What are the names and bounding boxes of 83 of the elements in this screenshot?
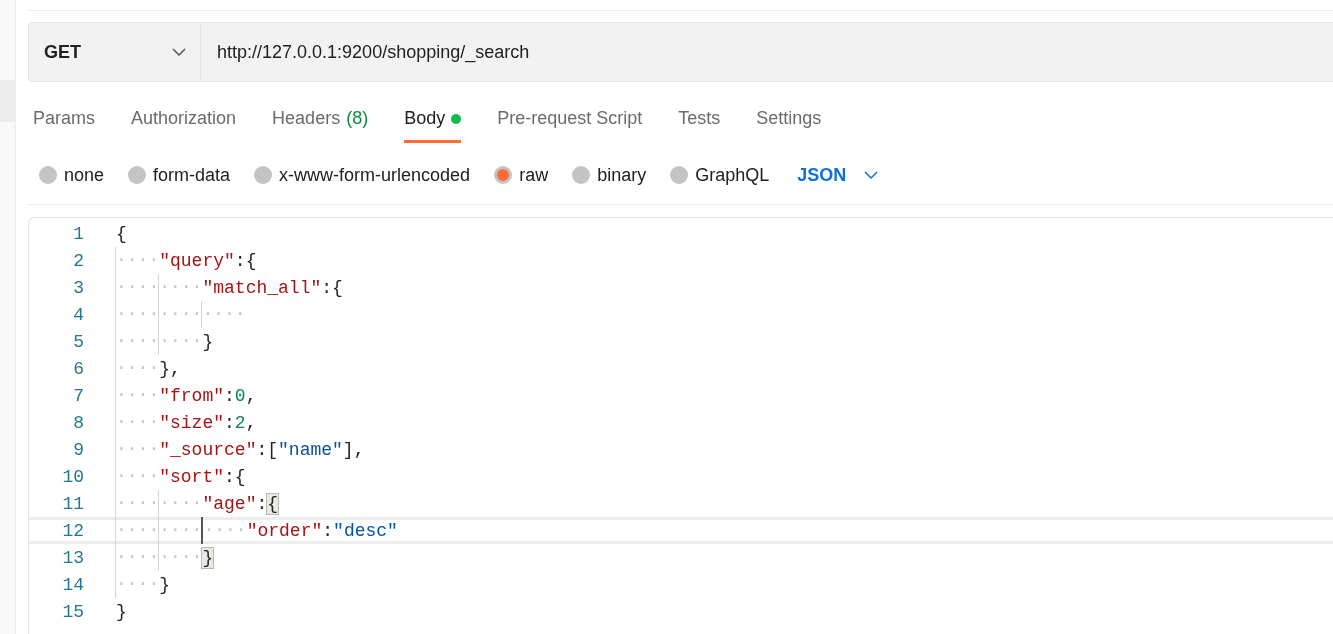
indent-whitespace: ········ — [116, 274, 203, 301]
line-number: 13 — [61, 547, 84, 568]
code-token: } — [202, 547, 214, 568]
body-type-option[interactable]: form-data — [128, 164, 231, 186]
code-token: 0 — [234, 385, 246, 406]
tab[interactable]: Tests — [678, 104, 721, 143]
indent-whitespace: ···· — [116, 382, 160, 409]
code-token: "sort" — [159, 466, 225, 487]
indent-whitespace: ········ — [116, 490, 203, 517]
line-number: 3 — [72, 277, 84, 298]
code-token: "size" — [159, 412, 225, 433]
body-type-option[interactable]: none — [39, 164, 105, 186]
indent-whitespace: ···· — [116, 436, 160, 463]
body-type-option[interactable]: x-www-form-urlencoded — [254, 164, 471, 186]
code-token: { — [116, 223, 127, 244]
line-number: 15 — [61, 601, 84, 622]
line-number: 5 — [72, 331, 84, 352]
code-token: :[ — [256, 439, 279, 460]
code-token: "order" — [246, 520, 323, 541]
code-token: : — [224, 412, 235, 433]
code-token: } — [202, 331, 214, 352]
line-number: 11 — [61, 493, 84, 514]
indent-whitespace: ············ — [116, 517, 247, 544]
method-dropdown[interactable]: GET — [29, 23, 201, 81]
caret-icon — [864, 171, 879, 179]
tab[interactable]: Settings — [756, 104, 822, 143]
code-token: 2 — [234, 412, 246, 433]
indent-whitespace: ········ — [116, 328, 203, 355]
tab[interactable]: Headers (8) — [272, 104, 369, 143]
code-token: "query" — [159, 250, 235, 271]
indent-whitespace: ···· — [116, 355, 160, 382]
code-token: "from" — [159, 385, 225, 406]
radio-button[interactable] — [494, 166, 513, 184]
line-number: 12 — [61, 520, 84, 541]
body-type-option[interactable]: binary — [572, 164, 647, 186]
indent-whitespace: ············ — [116, 301, 246, 328]
count-label: (8) — [346, 108, 369, 129]
code-token: , — [245, 385, 257, 406]
radio-button[interactable] — [572, 166, 591, 184]
code-editor[interactable] — [28, 217, 1333, 634]
radio-button[interactable] — [254, 166, 273, 184]
code-token: "desc" — [333, 520, 398, 541]
tab[interactable]: Body — [404, 104, 462, 143]
code-token: "name" — [278, 439, 343, 460]
line-number: 4 — [72, 304, 84, 325]
code-token: :{ — [321, 277, 343, 298]
caret-icon — [172, 48, 186, 56]
line-number: 2 — [72, 250, 84, 271]
radio-button[interactable] — [670, 166, 689, 184]
indent-whitespace: ···· — [116, 409, 160, 436]
code-token: } — [116, 601, 127, 622]
code-token: "_source" — [159, 439, 257, 460]
line-number: 6 — [72, 358, 84, 379]
line-number: 9 — [72, 439, 84, 460]
tab[interactable]: Authorization — [131, 104, 237, 143]
indent-whitespace: ···· — [116, 571, 160, 598]
radio-button[interactable] — [128, 166, 147, 184]
body-type-option[interactable]: GraphQL — [670, 164, 770, 186]
line-number: 1 — [72, 223, 84, 244]
indent-whitespace: ···· — [116, 247, 160, 274]
code-token: }, — [159, 358, 181, 379]
line-number: 14 — [61, 574, 84, 595]
tab[interactable]: Pre-request Script — [497, 104, 643, 143]
code-token: :{ — [234, 250, 257, 271]
code-token: "age" — [202, 493, 257, 514]
format-dropdown[interactable]: JSON — [793, 164, 879, 186]
code-token: ], — [342, 439, 365, 460]
line-number: 7 — [72, 385, 84, 406]
code-token: { — [267, 493, 279, 514]
code-token: , — [245, 412, 257, 433]
code-token: "match_all" — [202, 277, 322, 298]
body-type-option[interactable]: raw — [494, 164, 549, 186]
tab[interactable]: Params — [33, 104, 95, 143]
code-token: : — [322, 520, 334, 541]
url-field[interactable]: http://127.0.0.1:9200/shopping/_search — [201, 23, 1333, 81]
line-number: 10 — [61, 466, 84, 487]
code-token: } — [159, 574, 171, 595]
radio-button[interactable] — [39, 166, 57, 184]
indent-whitespace: ···· — [116, 463, 160, 490]
code-token: : — [224, 385, 235, 406]
code-token: : — [256, 493, 268, 514]
code-token: :{ — [224, 466, 246, 487]
line-number: 8 — [72, 412, 84, 433]
